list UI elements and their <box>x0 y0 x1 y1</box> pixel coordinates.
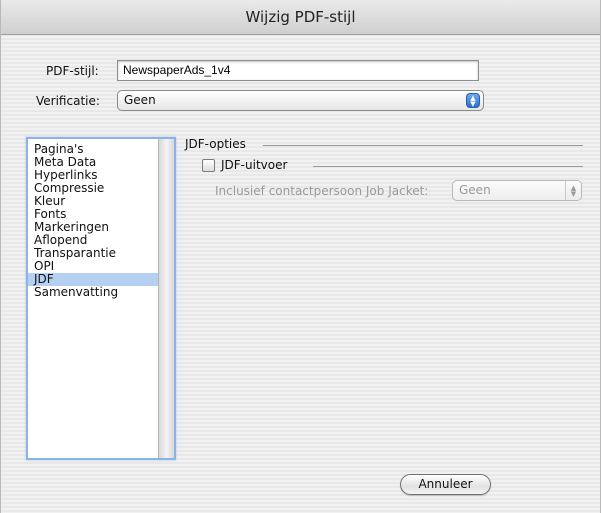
jdf-group-divider <box>263 145 583 146</box>
jdf-output-divider <box>313 166 583 167</box>
pdf-style-label: PDF-stijl: <box>46 64 99 78</box>
jdf-group-title: JDF-opties <box>185 137 246 151</box>
verification-label: Verificatie: <box>36 94 100 108</box>
sidebar-item-samenvatting[interactable]: Samenvatting <box>28 286 158 299</box>
popup-arrows-icon: ▲ ▼ <box>565 181 581 200</box>
category-list[interactable]: Pagina's Meta Data Hyperlinks Compressie… <box>26 137 176 460</box>
contact-jacket-popup[interactable]: Geen ▲ ▼ <box>452 180 582 201</box>
cancel-button[interactable]: Annuleer <box>400 474 491 495</box>
jdf-output-checkbox[interactable] <box>202 159 215 172</box>
contact-jacket-value: Geen <box>459 183 491 197</box>
window-title: Wijzig PDF-stijl <box>1 0 600 35</box>
category-items: Pagina's Meta Data Hyperlinks Compressie… <box>28 143 158 299</box>
dialog-window: Wijzig PDF-stijl PDF-stijl: NewspaperAds… <box>0 0 601 513</box>
jdf-output-label: JDF-uitvoer <box>221 158 288 172</box>
verification-value: Geen <box>124 93 156 107</box>
pdf-style-field[interactable]: NewspaperAds_1v4 <box>117 60 479 81</box>
list-scrollbar[interactable] <box>158 139 174 458</box>
verification-popup[interactable]: Geen ▲ ▼ <box>117 90 484 111</box>
contact-jacket-label: Inclusief contactpersoon Job Jacket: <box>215 184 429 198</box>
popup-arrows-icon: ▲ ▼ <box>466 93 480 108</box>
